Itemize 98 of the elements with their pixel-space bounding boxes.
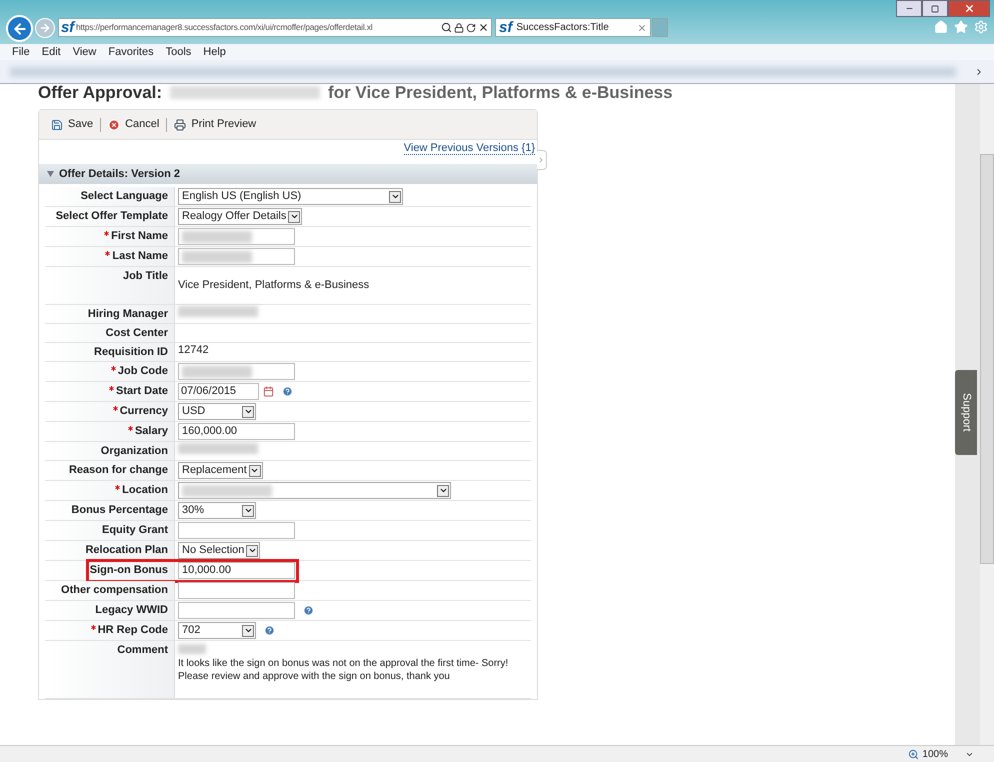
field-label: Select Language [80, 190, 168, 203]
dropdown[interactable] [178, 482, 451, 499]
site-logo: sf [61, 20, 74, 35]
help-icon[interactable] [303, 605, 314, 616]
section-title: Offer Details: Version 2 [59, 166, 180, 182]
search-icon[interactable] [441, 22, 452, 33]
field-label: Salary [134, 425, 168, 438]
field-label: Requisition ID [94, 346, 168, 359]
caret-icon [389, 190, 401, 202]
field-value: 12742 [178, 344, 209, 357]
maximize-button[interactable] [922, 0, 948, 17]
menu-item[interactable]: Favorites [108, 44, 154, 60]
field-label: Location [122, 484, 168, 497]
field-label: Sign-on Bonus [90, 564, 168, 577]
blurred-author [178, 644, 206, 654]
field-label: Relocation Plan [85, 544, 168, 557]
comment-text: Please review and approve with the sign on bonus, thank you [178, 670, 451, 683]
dropdown[interactable]: USD [178, 403, 256, 420]
field-label: HR Rep Code [98, 624, 168, 637]
url-text: https://performancemanager8.successfactors.com/xi/ui/rcmoffer/pages/offerdetail.xl [76, 21, 374, 34]
dropdown[interactable]: 702 [178, 622, 256, 639]
close-icon[interactable] [478, 22, 489, 33]
close-icon [964, 3, 974, 14]
field-label: Cost Center [106, 327, 168, 340]
caret-icon [437, 484, 449, 496]
close-button[interactable] [948, 0, 990, 17]
field-label: Organization [100, 445, 168, 458]
lock-icon [454, 22, 464, 32]
maximize-icon [931, 4, 939, 12]
scrollbar-thumb[interactable] [980, 154, 994, 564]
caret-icon [242, 624, 254, 636]
page-title: Offer Approval: [38, 84, 162, 101]
dropdown[interactable]: 30% [178, 502, 256, 519]
scrollbar[interactable] [980, 84, 994, 745]
zoom-level[interactable]: 100% [922, 746, 948, 762]
help-icon[interactable] [264, 625, 275, 636]
cancel-icon [108, 118, 120, 130]
field-label: Reason for change [68, 464, 168, 477]
caret-icon [242, 406, 254, 418]
dropdown[interactable]: English US (English US) [178, 188, 403, 205]
printer-icon [174, 118, 186, 130]
caret-icon [248, 464, 261, 476]
section-header[interactable]: Offer Details: Version 2 [39, 164, 537, 184]
calendar-icon[interactable] [263, 386, 274, 397]
support-tab[interactable]: Support [955, 370, 977, 455]
dropdown[interactable]: Replacement [178, 462, 263, 479]
dropdown[interactable]: Realogy Offer Details [178, 208, 302, 225]
page-title: for Vice President, Platforms & e-Business [328, 84, 674, 101]
input-field[interactable]: 10,000.00 [178, 562, 295, 579]
field-label: Equity Grant [102, 524, 168, 537]
field-label: Hiring Manager [88, 308, 168, 321]
menu-item[interactable]: Tools [166, 44, 192, 60]
minimize-button[interactable] [896, 0, 922, 17]
input-field[interactable]: 160,000.00 [178, 423, 295, 440]
refresh-icon[interactable] [466, 22, 476, 32]
field-label: Other compensation [61, 584, 168, 597]
menu-item[interactable]: File [12, 44, 30, 60]
input-field[interactable] [178, 228, 295, 245]
input-field[interactable] [178, 582, 295, 599]
field-label: Currency [120, 405, 168, 418]
field-label: Last Name [112, 250, 168, 263]
field-label: Job Title [122, 270, 168, 283]
field-label: Comment [117, 644, 168, 657]
menu-item[interactable]: Help [203, 44, 226, 60]
field-label: Legacy WWID [95, 604, 168, 617]
caret-icon [242, 504, 254, 516]
collapse-handle[interactable] [537, 150, 547, 170]
field-value: Vice President, Platforms & e-Business [178, 279, 370, 292]
blurred-value [182, 250, 252, 262]
print-button[interactable]: Print Preview [174, 116, 256, 133]
save-button[interactable]: Save [51, 116, 94, 133]
browser-tab[interactable]: sf SuccessFactors:Title [495, 18, 651, 37]
blurred-value [182, 366, 252, 378]
field-label: Job Code [118, 365, 168, 378]
menu-item[interactable]: View [72, 44, 96, 60]
help-icon[interactable] [282, 386, 293, 397]
menu-item[interactable]: Edit [42, 44, 61, 60]
site-logo: sf [499, 20, 512, 35]
input-field[interactable] [178, 363, 295, 380]
input-field[interactable] [178, 602, 295, 619]
caret-icon [288, 210, 300, 222]
zoom-icon[interactable] [908, 748, 920, 760]
input-field[interactable] [178, 522, 295, 539]
date-field[interactable]: 07/06/2015 [178, 383, 259, 400]
field-label: First Name [111, 230, 168, 243]
floppy-icon [51, 118, 63, 130]
field-label: Start Date [116, 385, 168, 398]
blurred-value [182, 230, 252, 242]
dropdown[interactable]: No Selection [178, 542, 260, 559]
field-label: Select Offer Template [56, 210, 168, 223]
cancel-button[interactable]: Cancel [108, 116, 160, 133]
back-button[interactable] [6, 15, 33, 42]
caret-icon [246, 544, 258, 556]
field-label: Bonus Percentage [71, 504, 168, 517]
forward-arrow-icon [39, 22, 51, 34]
comment-text: It looks like the sign on bonus was not on the approval the first time- Sorry! [178, 657, 508, 670]
input-field[interactable] [178, 248, 295, 265]
versions-link[interactable]: View Previous Versions {1} [404, 142, 535, 155]
